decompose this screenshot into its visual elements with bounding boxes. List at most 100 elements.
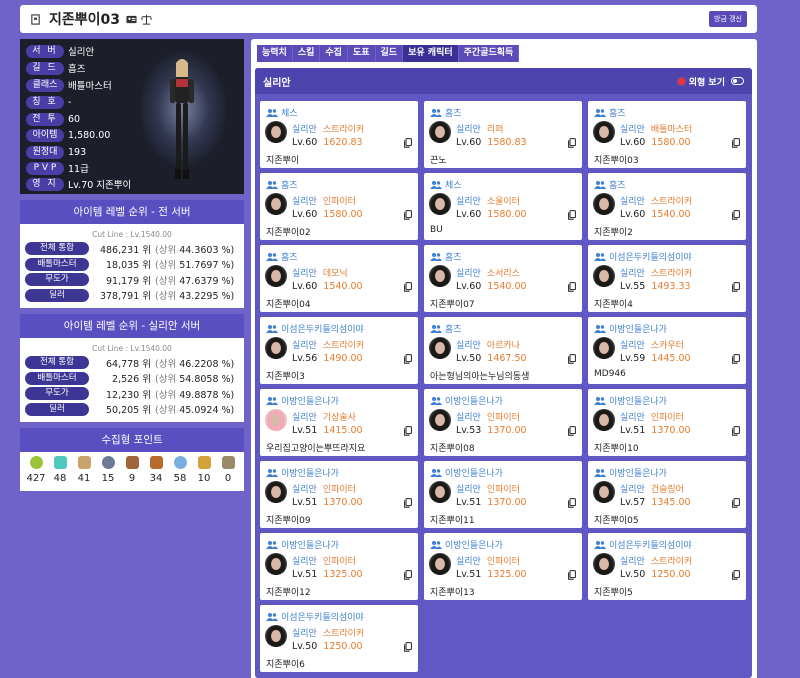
guild-link[interactable]: 이방인들은나가 (594, 466, 667, 479)
rank-pct-prefix: (상위 (155, 244, 177, 256)
tab-item[interactable]: 도표 (347, 45, 376, 62)
guild-link[interactable]: 흠즈 (266, 250, 298, 263)
rank-server-title: 아이템 레벨 순위 - 실리안 서버 (20, 314, 244, 338)
id-card-icon[interactable] (126, 14, 137, 25)
copy-icon[interactable] (568, 354, 576, 364)
appearance-toggle[interactable]: 외형 보기 (677, 75, 744, 88)
rank-all-cutline: Cut Line : Lv.1540.00 (92, 230, 172, 239)
character-card[interactable]: 이섬은두키들의섬이야 실리안 스트라이커 Lv.50 1250.00 지존뿌이6 (260, 605, 418, 672)
card-level: Lv.60 (292, 209, 318, 220)
guild-link[interactable]: 이섬은두키들의섬이야 (266, 322, 364, 335)
copy-icon[interactable] (404, 354, 412, 364)
tab-item[interactable]: 주간골드획득 (458, 45, 520, 62)
card-server: 실리안 (456, 125, 481, 135)
guild-link[interactable]: 체스 (430, 178, 462, 191)
guild-link[interactable]: 흠즈 (594, 106, 626, 119)
character-card[interactable]: 이섬은두키들의섬이야 실리안 스트라이커 Lv.55 1493.33 지존뿌이4 (588, 245, 746, 312)
card-class: 스트라이커 (650, 197, 693, 207)
tab-item[interactable]: 능력치 (257, 45, 293, 62)
guild-link[interactable]: 이방인들은나가 (266, 394, 339, 407)
character-card[interactable]: 이방인들은나가 실리안 기상술사 Lv.51 1415.00 우리집고양이는뿌뜨라지요 (260, 389, 418, 456)
character-card[interactable]: 이방인들은나가 실리안 스카우터 Lv.59 1445.00 MD946 (588, 317, 746, 384)
character-card[interactable]: 이방인들은나가 실리안 인파이터 Lv.51 1370.00 지존뿌이09 (260, 461, 418, 528)
card-item-level: 1540.00 (323, 281, 363, 292)
copy-icon[interactable] (568, 210, 576, 220)
guild-link[interactable]: 흠즈 (430, 322, 462, 335)
character-header: 지존뿌이03 방금 갱신 (20, 5, 757, 33)
users-icon (430, 540, 442, 549)
character-card[interactable]: 이섬은두키들의섬이야 실리안 스트라이커 Lv.56 1490.00 지존뿌이3 (260, 317, 418, 384)
copy-icon[interactable] (568, 282, 576, 292)
copy-icon[interactable] (404, 498, 412, 508)
toggle-switch-icon[interactable] (731, 77, 744, 85)
character-card[interactable]: 체스 실리안 스트라이커 Lv.60 1620.83 지존뿌이 (260, 101, 418, 168)
character-card[interactable]: 흠즈 실리안 소서리스 Lv.60 1540.00 지존뿌이07 (424, 245, 582, 312)
tab-item[interactable]: 길드 (375, 45, 404, 62)
guild-link[interactable]: 이방인들은나가 (594, 394, 667, 407)
guild-link[interactable]: 흠즈 (430, 106, 462, 119)
character-card[interactable]: 이방인들은나가 실리안 인파이터 Lv.51 1370.00 지존뿌이11 (424, 461, 582, 528)
copy-icon[interactable] (568, 498, 576, 508)
card-class: 기상술사 (322, 413, 356, 423)
copy-icon[interactable] (732, 498, 740, 508)
guild-link[interactable]: 흠즈 (430, 250, 462, 263)
character-card[interactable]: 이방인들은나가 실리안 건슬링어 Lv.57 1345.00 지존뿌이05 (588, 461, 746, 528)
tab-item[interactable]: 보유 캐릭터 (403, 45, 459, 62)
character-avatar (593, 193, 615, 215)
guild-link[interactable]: 체스 (266, 106, 298, 119)
copy-icon[interactable] (404, 210, 412, 220)
guild-link[interactable]: 이방인들은나가 (266, 466, 339, 479)
copy-icon[interactable] (732, 570, 740, 580)
guild-link[interactable]: 이방인들은나가 (430, 394, 503, 407)
character-avatar (593, 121, 615, 143)
character-card[interactable]: 이섬은두키들의섬이야 실리안 스트라이커 Lv.50 1250.00 지존뿌이5 (588, 533, 746, 600)
tab-item[interactable]: 수집 (320, 45, 348, 62)
card-server: 실리안 (292, 125, 317, 135)
tab-item[interactable]: 스킬 (292, 45, 321, 62)
guild-link[interactable]: 흠즈 (266, 178, 298, 191)
character-card[interactable]: 흠즈 실리안 아르카나 Lv.50 1467.50 아는형님의아는누님의동생 (424, 317, 582, 384)
character-card[interactable]: 이방인들은나가 실리안 인파이터 Lv.53 1370.00 지존뿌이08 (424, 389, 582, 456)
character-card[interactable]: 이방인들은나가 실리안 인파이터 Lv.51 1325.00 지존뿌이13 (424, 533, 582, 600)
copy-icon[interactable] (404, 642, 412, 652)
copy-icon[interactable] (732, 282, 740, 292)
character-card[interactable]: 흠즈 실리안 인파이터 Lv.60 1580.00 지존뿌이02 (260, 173, 418, 240)
card-character-name: 지존뿌이2 (594, 228, 633, 238)
guild-link[interactable]: 흠즈 (594, 178, 626, 191)
guild-link[interactable]: 이방인들은나가 (430, 466, 503, 479)
rank-row: 전체 통합 486,231 위 (상위 44.3603 %) (20, 241, 244, 257)
copy-icon[interactable] (568, 426, 576, 436)
copy-icon[interactable] (732, 426, 740, 436)
guild-link[interactable]: 이섬은두키들의섬이야 (594, 538, 692, 551)
copy-icon[interactable] (732, 210, 740, 220)
character-card[interactable]: 흠즈 실리안 데모닉 Lv.60 1540.00 지존뿌이04 (260, 245, 418, 312)
info-row-item-level: 아이템 1,580.00 (26, 128, 110, 142)
character-card[interactable]: 이방인들은나가 실리안 인파이터 Lv.51 1370.00 지존뿌이10 (588, 389, 746, 456)
guild-link[interactable]: 이방인들은나가 (266, 538, 339, 551)
copy-icon[interactable] (732, 354, 740, 364)
copy-icon[interactable] (404, 138, 412, 148)
copy-icon[interactable] (568, 570, 576, 580)
copy-icon[interactable] (404, 282, 412, 292)
rank-all-title: 아이템 레벨 순위 - 전 서버 (20, 200, 244, 224)
card-level: Lv.60 (292, 281, 318, 292)
character-avatar (265, 121, 287, 143)
refresh-button[interactable]: 방금 갱신 (709, 11, 747, 27)
copy-icon[interactable] (404, 570, 412, 580)
bookmark-icon[interactable] (30, 13, 41, 25)
character-card[interactable]: 흠즈 실리안 스트라이커 Lv.60 1540.00 지존뿌이2 (588, 173, 746, 240)
guild-link[interactable]: 이섬은두키들의섬이야 (594, 250, 692, 263)
scale-icon[interactable] (141, 14, 153, 25)
copy-icon[interactable] (568, 138, 576, 148)
rank-row: 무도가 91,179 위 (상위 47.6379 %) (20, 272, 244, 288)
character-card[interactable]: 이방인들은나가 실리안 인파이터 Lv.51 1325.00 지존뿌이12 (260, 533, 418, 600)
character-card[interactable]: 체스 실리안 소울이터 Lv.60 1580.00 BU (424, 173, 582, 240)
guild-link[interactable]: 이섬은두키들의섬이야 (266, 610, 364, 623)
copy-icon[interactable] (732, 138, 740, 148)
character-avatar (593, 265, 615, 287)
guild-link[interactable]: 이방인들은나가 (594, 322, 667, 335)
character-card[interactable]: 흠즈 실리안 리퍼 Lv.60 1580.83 끈노 (424, 101, 582, 168)
character-card[interactable]: 흠즈 실리안 배틀마스터 Lv.60 1580.00 지존뿌이03 (588, 101, 746, 168)
guild-link[interactable]: 이방인들은나가 (430, 538, 503, 551)
copy-icon[interactable] (404, 426, 412, 436)
